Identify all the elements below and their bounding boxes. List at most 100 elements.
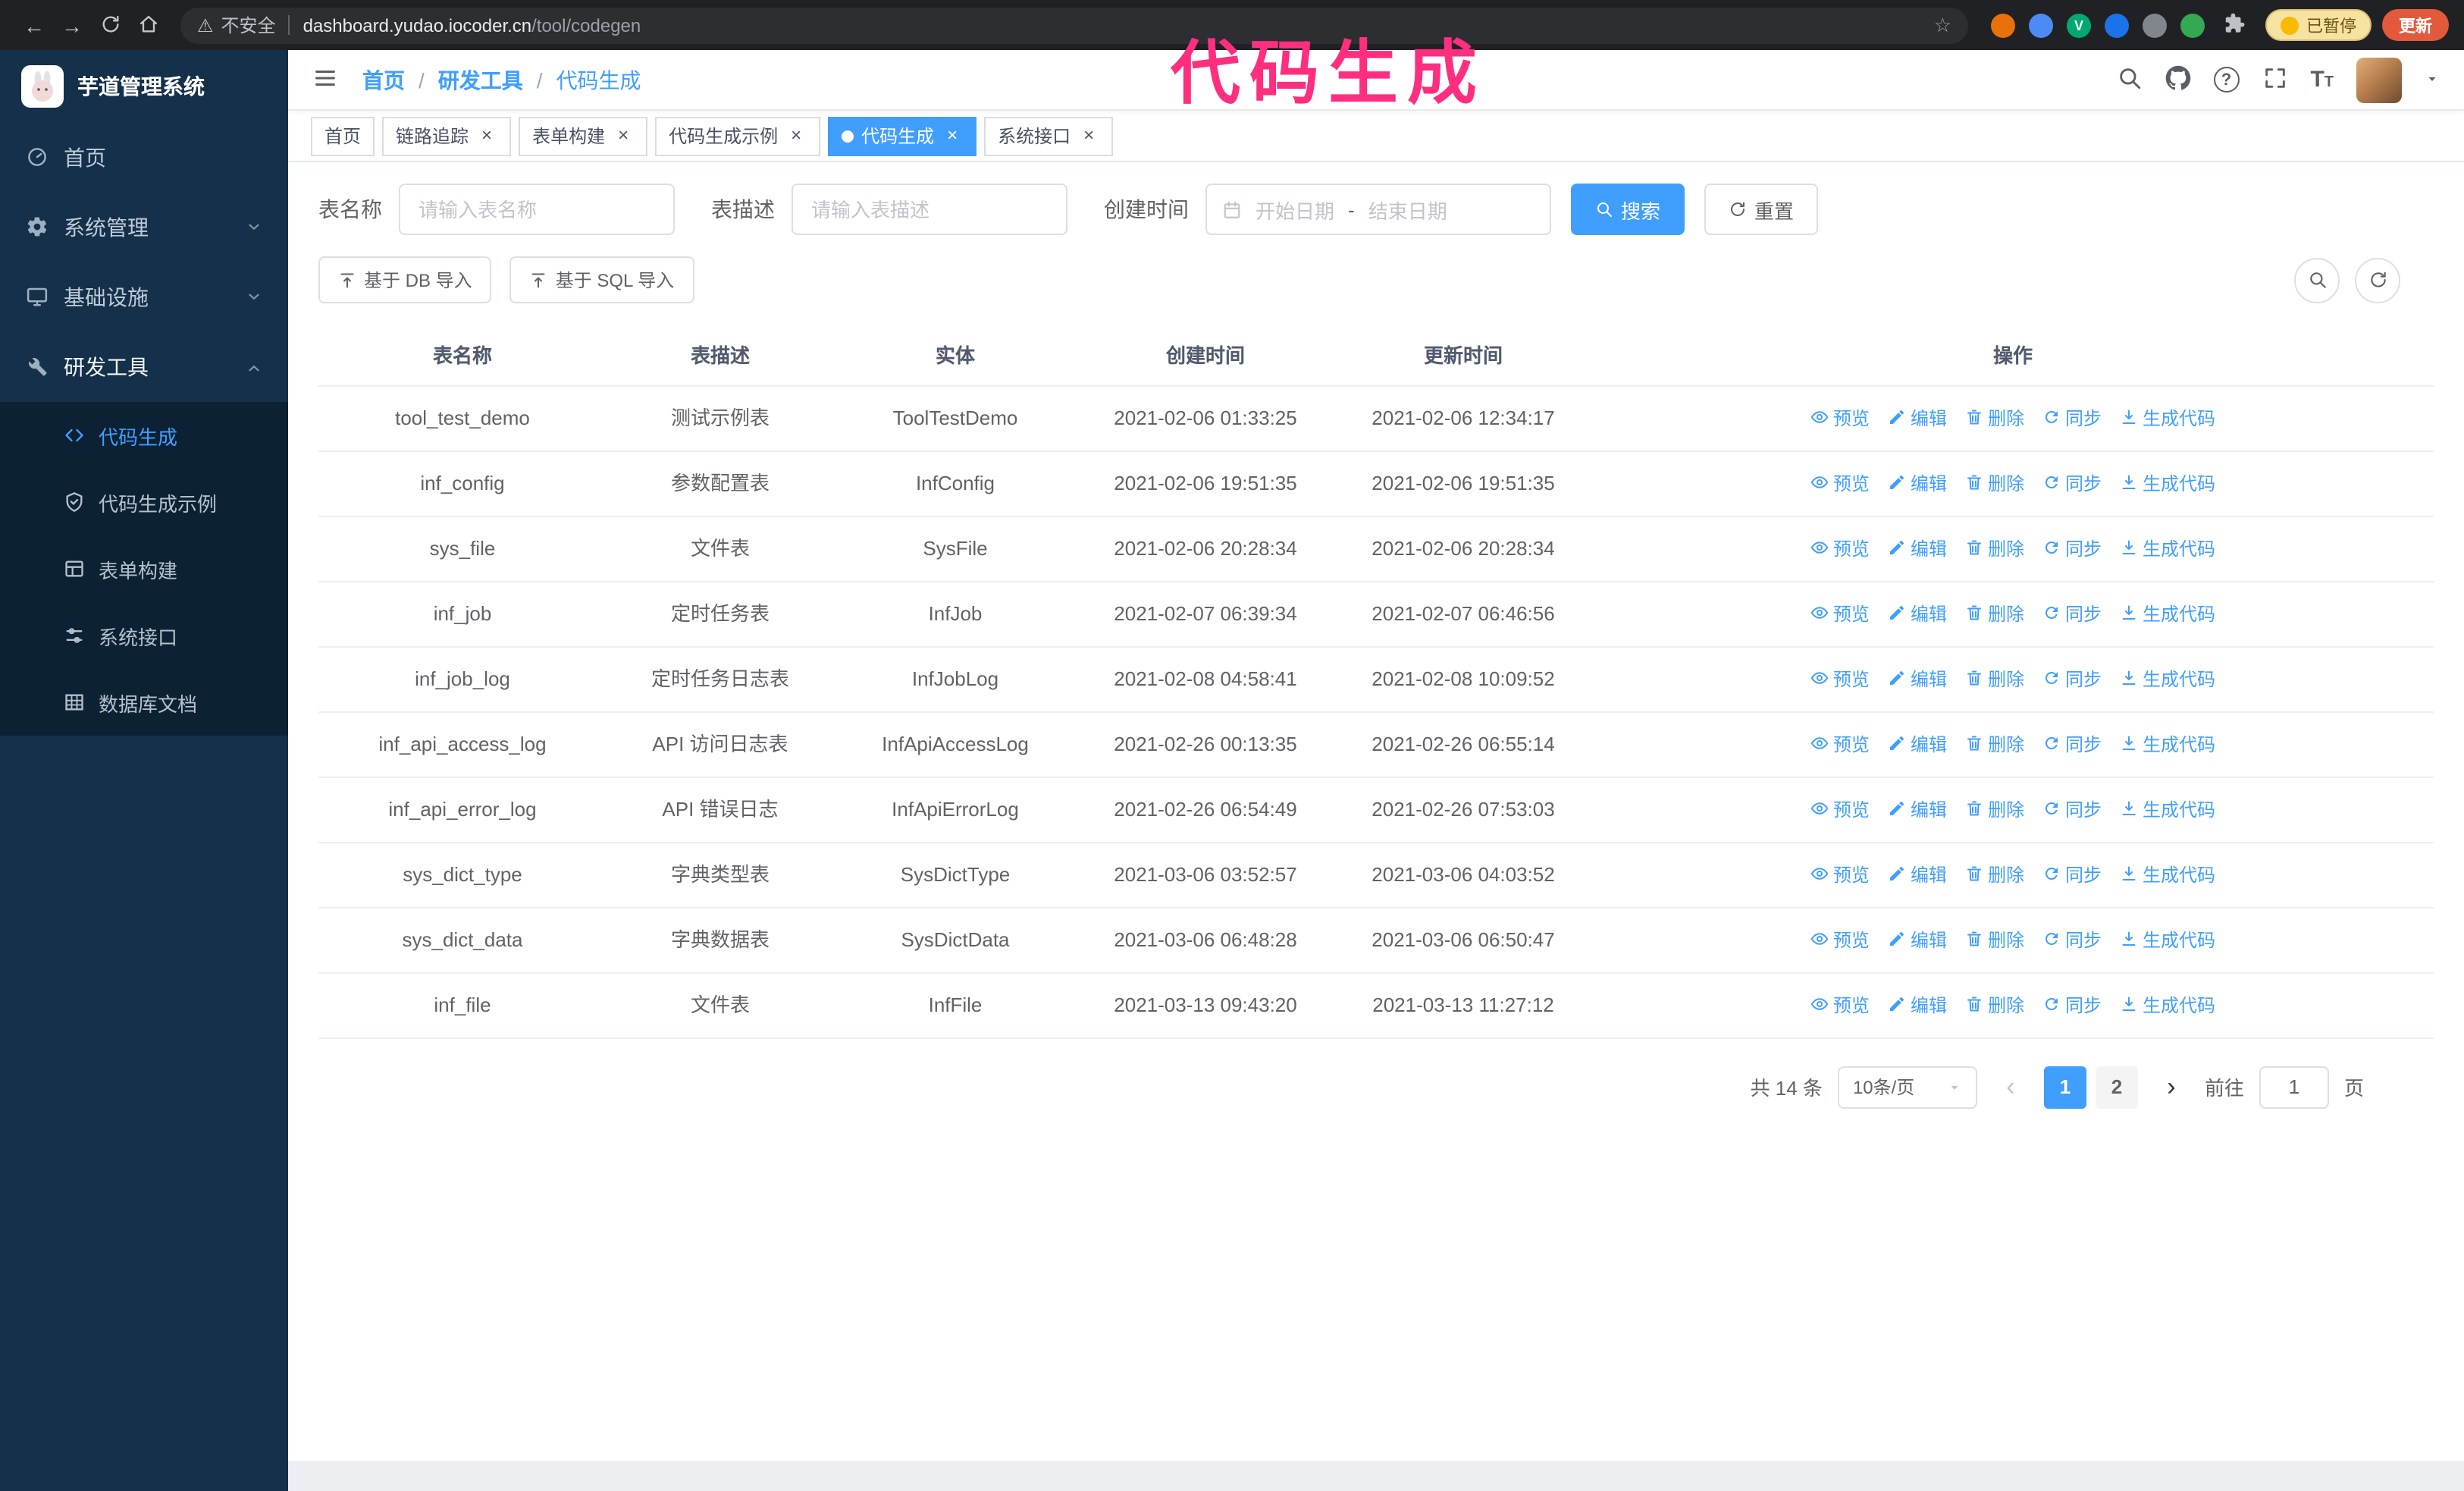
- tab-close-icon[interactable]: ×: [1078, 124, 1099, 146]
- sidebar-item-devtools[interactable]: 研发工具: [0, 332, 288, 402]
- action-sync[interactable]: 同步: [2042, 664, 2102, 695]
- action-generate-code[interactable]: 生成代码: [2120, 794, 2215, 826]
- browser-refresh-icon[interactable]: [91, 13, 129, 37]
- tab-close-icon[interactable]: ×: [785, 124, 807, 146]
- action-sync[interactable]: 同步: [2042, 729, 2102, 761]
- prev-page-button[interactable]: ‹: [1992, 1066, 2029, 1108]
- action-sync[interactable]: 同步: [2042, 598, 2102, 630]
- action-sync[interactable]: 同步: [2042, 794, 2102, 826]
- action-preview[interactable]: 预览: [1810, 729, 1870, 761]
- tab-close-icon[interactable]: ×: [613, 124, 634, 146]
- action-preview[interactable]: 预览: [1810, 859, 1870, 891]
- tab-codegen[interactable]: 代码生成 ×: [828, 116, 977, 155]
- action-preview[interactable]: 预览: [1810, 924, 1870, 956]
- action-edit[interactable]: 编辑: [1888, 990, 1947, 1022]
- action-delete[interactable]: 删除: [1965, 598, 2024, 630]
- action-generate-code[interactable]: 生成代码: [2120, 924, 2215, 956]
- action-delete[interactable]: 删除: [1965, 468, 2024, 500]
- action-sync[interactable]: 同步: [2042, 403, 2102, 435]
- action-edit[interactable]: 编辑: [1888, 664, 1947, 695]
- help-icon[interactable]: ?: [2213, 67, 2240, 93]
- sidebar-item-codegen[interactable]: 代码生成: [0, 402, 288, 469]
- next-page-button[interactable]: ›: [2153, 1066, 2190, 1108]
- github-icon[interactable]: [2165, 64, 2190, 95]
- action-generate-code[interactable]: 生成代码: [2120, 468, 2215, 500]
- action-sync[interactable]: 同步: [2042, 859, 2102, 891]
- breadcrumb-devtools[interactable]: 研发工具: [438, 64, 523, 95]
- action-preview[interactable]: 预览: [1810, 468, 1870, 500]
- table-name-input[interactable]: [399, 184, 675, 235]
- action-delete[interactable]: 删除: [1965, 533, 2024, 565]
- tab-system-api[interactable]: 系统接口 ×: [984, 116, 1114, 155]
- bookmark-star-icon[interactable]: ☆: [1934, 13, 1951, 37]
- tab-home[interactable]: 首页: [311, 116, 375, 155]
- action-generate-code[interactable]: 生成代码: [2120, 664, 2215, 695]
- extension-blue-icon[interactable]: [2029, 13, 2053, 37]
- sidebar-item-infra[interactable]: 基础设施: [0, 262, 288, 332]
- action-delete[interactable]: 删除: [1965, 924, 2024, 956]
- action-edit[interactable]: 编辑: [1888, 468, 1947, 500]
- action-edit[interactable]: 编辑: [1888, 533, 1947, 565]
- sidebar-item-system[interactable]: 系统管理: [0, 193, 288, 262]
- goto-page-input[interactable]: [2259, 1066, 2329, 1108]
- action-generate-code[interactable]: 生成代码: [2120, 533, 2215, 565]
- action-edit[interactable]: 编辑: [1888, 729, 1947, 761]
- action-delete[interactable]: 删除: [1965, 859, 2024, 891]
- action-preview[interactable]: 预览: [1810, 598, 1870, 630]
- font-size-icon[interactable]: TT: [2310, 67, 2334, 93]
- sidebar-item-form-builder[interactable]: 表单构建: [0, 535, 288, 602]
- action-delete[interactable]: 删除: [1965, 794, 2024, 826]
- page-button-2[interactable]: 2: [2095, 1066, 2138, 1108]
- browser-home-icon[interactable]: [129, 13, 167, 37]
- action-edit[interactable]: 编辑: [1888, 598, 1947, 630]
- action-delete[interactable]: 删除: [1965, 664, 2024, 695]
- extensions-puzzle-icon[interactable]: [2223, 12, 2246, 38]
- extension-green-check-icon[interactable]: V: [2067, 13, 2091, 37]
- action-edit[interactable]: 编辑: [1888, 403, 1947, 435]
- profile-paused-badge[interactable]: 已暂停: [2265, 9, 2372, 41]
- browser-back-icon[interactable]: ←: [15, 13, 53, 37]
- action-preview[interactable]: 预览: [1810, 403, 1870, 435]
- action-delete[interactable]: 删除: [1965, 990, 2024, 1022]
- import-db-button[interactable]: 基于 DB 导入: [318, 256, 492, 303]
- tab-close-icon[interactable]: ×: [476, 124, 497, 146]
- browser-update-button[interactable]: 更新: [2382, 9, 2449, 41]
- extension-people-icon[interactable]: [2105, 13, 2129, 37]
- tab-codegen-example[interactable]: 代码生成示例 ×: [655, 116, 821, 155]
- sidebar-item-codegen-example[interactable]: 代码生成示例: [0, 469, 288, 535]
- extension-dark-icon[interactable]: [2143, 13, 2167, 37]
- table-desc-input[interactable]: [792, 184, 1067, 235]
- sidebar-item-home[interactable]: 首页: [0, 123, 288, 193]
- import-sql-button[interactable]: 基于 SQL 导入: [509, 256, 694, 303]
- action-edit[interactable]: 编辑: [1888, 794, 1947, 826]
- breadcrumb-home[interactable]: 首页: [362, 64, 405, 95]
- action-generate-code[interactable]: 生成代码: [2120, 729, 2215, 761]
- fullscreen-icon[interactable]: [2262, 64, 2287, 95]
- action-sync[interactable]: 同步: [2042, 468, 2102, 500]
- tab-tracing[interactable]: 链路追踪 ×: [382, 116, 512, 155]
- action-generate-code[interactable]: 生成代码: [2120, 990, 2215, 1022]
- refresh-table-button[interactable]: [2355, 257, 2400, 303]
- date-range-picker[interactable]: 开始日期 - 结束日期: [1205, 184, 1551, 235]
- address-bar[interactable]: ⚠ 不安全 dashboard.yudao.iocoder.cn/tool/co…: [180, 7, 1968, 43]
- action-preview[interactable]: 预览: [1810, 533, 1870, 565]
- action-sync[interactable]: 同步: [2042, 990, 2102, 1022]
- action-delete[interactable]: 删除: [1965, 729, 2024, 761]
- page-button-1[interactable]: 1: [2043, 1066, 2086, 1108]
- action-preview[interactable]: 预览: [1810, 990, 1870, 1022]
- action-preview[interactable]: 预览: [1810, 794, 1870, 826]
- user-avatar[interactable]: [2356, 57, 2402, 102]
- extension-orange-icon[interactable]: [1991, 13, 2015, 37]
- search-icon[interactable]: [2116, 64, 2142, 95]
- avatar-caret-icon[interactable]: [2425, 71, 2440, 88]
- browser-forward-icon[interactable]: →: [53, 13, 91, 37]
- action-preview[interactable]: 预览: [1810, 664, 1870, 695]
- action-sync[interactable]: 同步: [2042, 533, 2102, 565]
- sidebar-item-system-api[interactable]: 系统接口: [0, 602, 288, 669]
- sidebar-item-db-doc[interactable]: 数据库文档: [0, 669, 288, 736]
- tab-form-builder[interactable]: 表单构建 ×: [519, 116, 648, 155]
- action-generate-code[interactable]: 生成代码: [2120, 598, 2215, 630]
- action-generate-code[interactable]: 生成代码: [2120, 859, 2215, 891]
- page-size-select[interactable]: 10条/页: [1837, 1066, 1977, 1108]
- tab-close-icon[interactable]: ×: [942, 124, 963, 146]
